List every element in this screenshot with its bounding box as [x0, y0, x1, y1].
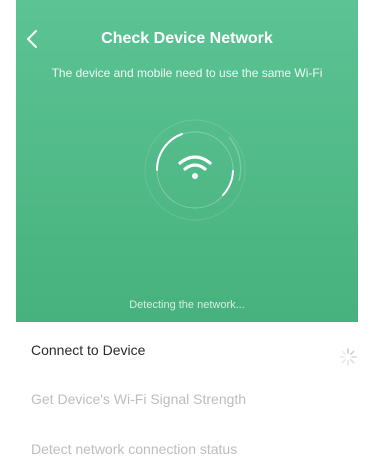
- step-label: Get Device's Wi-Fi Signal Strength: [31, 391, 247, 407]
- wifi-icon: [178, 155, 212, 179]
- step-network-connection-status: Detect network connection status: [0, 429, 374, 469]
- step-wifi-signal-strength: Get Device's Wi-Fi Signal Strength: [0, 379, 374, 419]
- page-subtitle: The device and mobile need to use the sa…: [51, 66, 323, 80]
- loading-spinner-icon: [339, 348, 357, 366]
- step-label: Detect network connection status: [31, 441, 238, 457]
- step-label: Connect to Device: [31, 342, 146, 358]
- network-scan-graphic: [144, 119, 246, 221]
- detecting-status-text: Detecting the network...: [129, 299, 245, 311]
- network-check-header: Check Device Network The device and mobi…: [16, 0, 358, 322]
- progress-arc: [155, 133, 183, 171]
- progress-arc-secondary: [222, 170, 234, 196]
- network-check-steps: Connect to Device Get Device's Wi-Fi Sig…: [0, 322, 374, 461]
- outer-ring: [144, 119, 246, 221]
- outer-ring-arc: [228, 136, 242, 182]
- step-connect-device: Connect to Device: [0, 330, 374, 370]
- page-title: Check Device Network: [101, 30, 273, 47]
